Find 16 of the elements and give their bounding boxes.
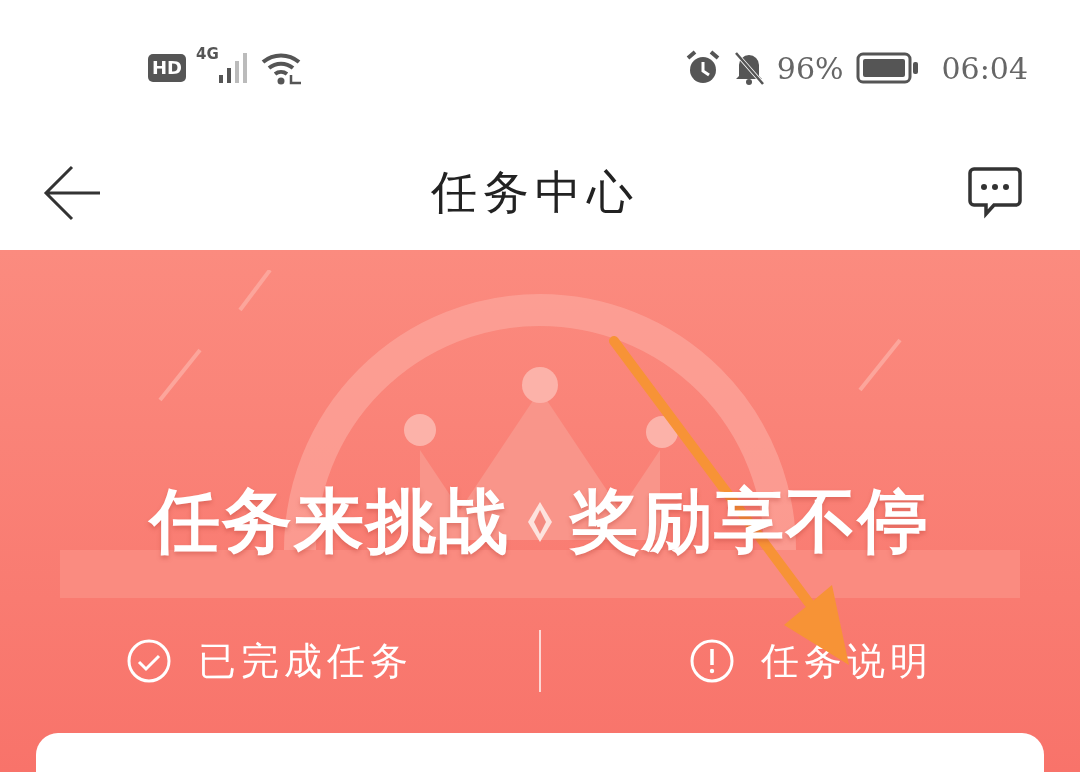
completed-tasks-button[interactable]: 已完成任务 bbox=[0, 634, 539, 688]
muted-bell-icon bbox=[732, 50, 765, 86]
exclamation-circle-icon bbox=[688, 638, 735, 684]
hd-badge: HD bbox=[148, 54, 186, 82]
slogan-text: 奖励享不停 bbox=[570, 479, 930, 564]
slogan-text: 任务来挑战 bbox=[150, 479, 510, 564]
page-title: 任务中心 bbox=[431, 163, 639, 221]
clock-time: 06:04 bbox=[941, 50, 1028, 86]
diamond-icon bbox=[528, 502, 552, 542]
battery-percent: 96% bbox=[776, 50, 844, 86]
alarm-icon bbox=[684, 50, 721, 86]
network-type: 4G bbox=[196, 45, 219, 63]
check-circle-icon bbox=[126, 638, 172, 684]
wifi-icon bbox=[260, 51, 303, 85]
battery-icon bbox=[855, 52, 920, 84]
message-button[interactable] bbox=[968, 165, 1022, 220]
